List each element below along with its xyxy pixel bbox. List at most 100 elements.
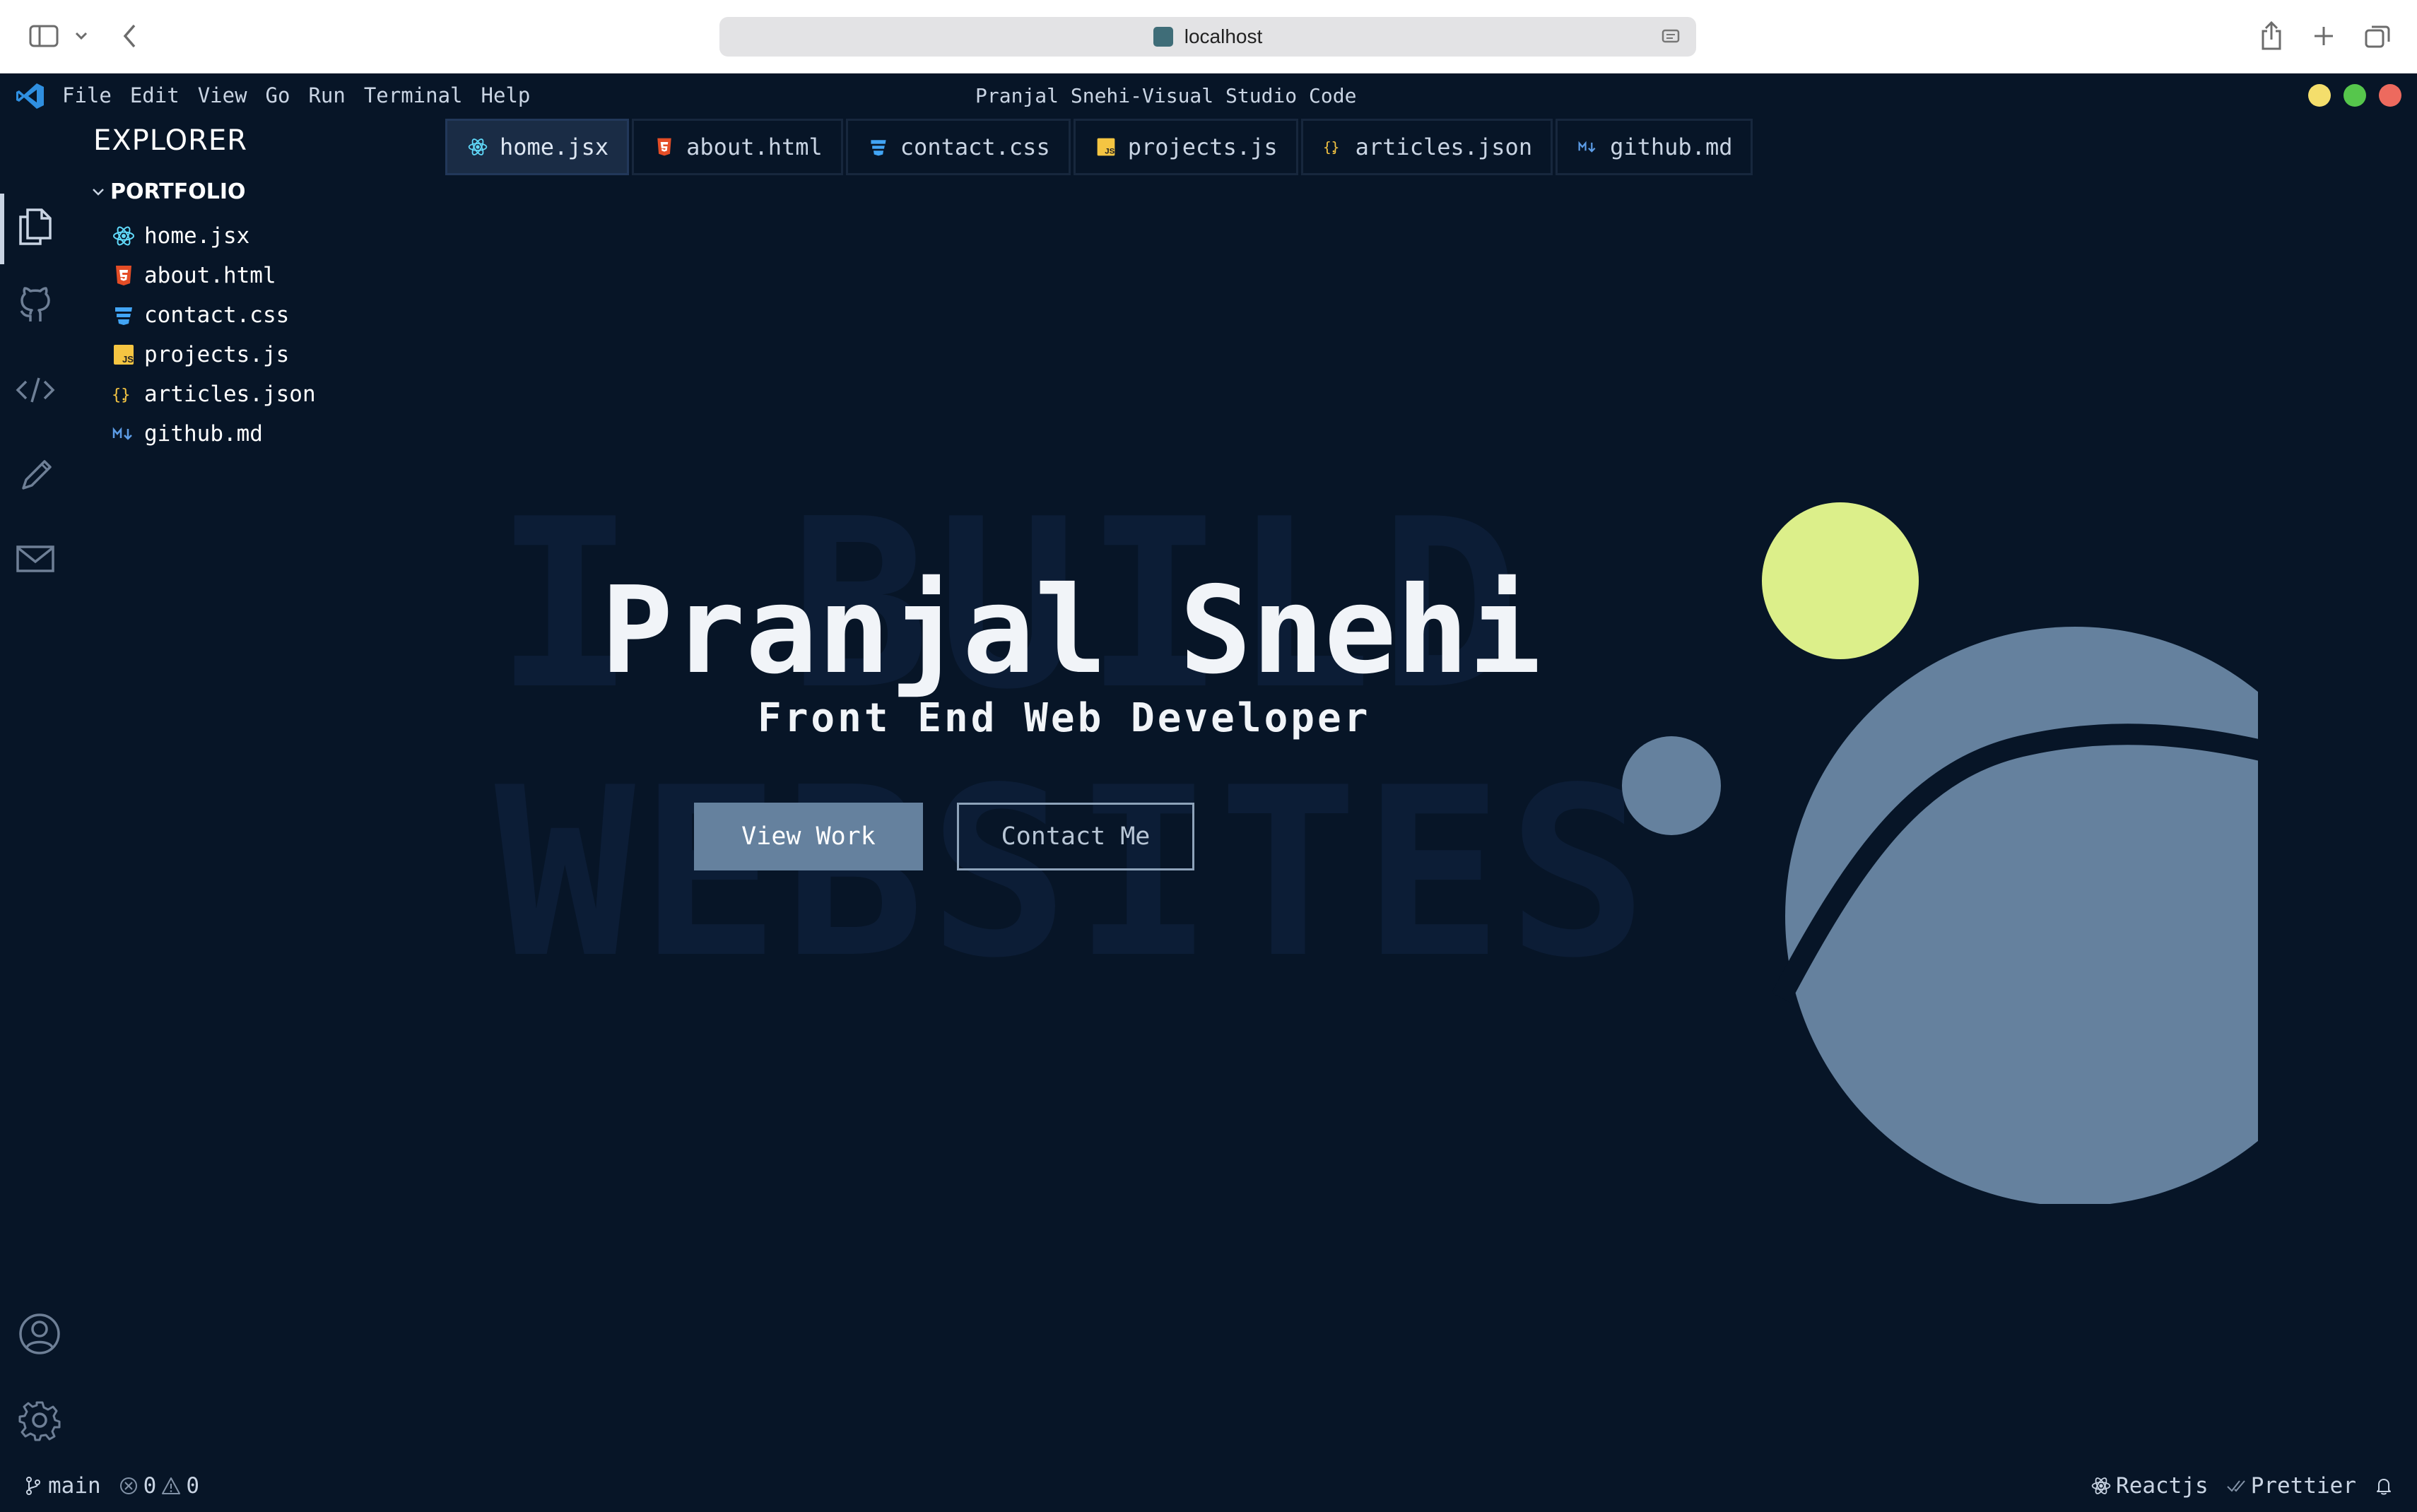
svg-text:JS: JS [1105,148,1115,156]
framework-status[interactable]: Reactjs [2090,1473,2209,1499]
tab-label: github.md [1610,134,1733,160]
reader-mode-icon[interactable] [1661,27,1681,47]
menu-view[interactable]: View [198,83,247,107]
file-list: home.jsx about.html contact.css JS proje… [110,216,316,454]
file-item-articles[interactable]: {} articles.json [110,374,316,414]
site-favicon-icon [1153,27,1173,47]
file-item-projects[interactable]: JS projects.js [110,335,316,374]
folder-label: PORTFOLIO [110,179,246,204]
tab-label: contact.css [900,134,1050,160]
sidebar-toggle-icon[interactable] [27,20,61,52]
tab-overview-icon[interactable] [2362,20,2393,52]
tab-label: home.jsx [500,134,609,160]
maximize-button[interactable] [2344,84,2366,107]
tab-home-jsx[interactable]: home.jsx [445,119,630,175]
chevron-down-icon [93,188,104,196]
tab-contact-css[interactable]: contact.css [845,119,1071,175]
error-icon [119,1477,137,1494]
account-icon[interactable] [14,1309,65,1359]
pencil-icon[interactable] [10,449,61,500]
editor-tabs: home.jsx about.html contact.css JS proje… [445,119,1753,175]
contact-me-button[interactable]: Contact Me [957,803,1194,870]
close-button[interactable] [2379,84,2401,107]
github-icon[interactable] [10,281,61,332]
json-icon: {} [1322,135,1346,159]
file-item-home[interactable]: home.jsx [110,216,316,256]
vscode-window: I BUILD WEBSITES Pranjal Snehi Front End… [0,73,2417,1512]
css-icon [110,302,137,329]
bell-icon [2377,1479,2391,1495]
planet-ring-shape [1771,723,2258,1003]
html-icon [652,135,676,159]
hero-name: Pranjal Snehi [601,561,1541,701]
file-item-about[interactable]: about.html [110,256,316,295]
mail-icon[interactable] [10,533,61,584]
menu-file[interactable]: File [62,83,112,107]
markdown-icon [110,420,137,447]
js-icon: JS [1094,135,1118,159]
error-count: 0 [143,1473,157,1499]
file-label: about.html [144,263,276,288]
tab-projects-js[interactable]: JS projects.js [1073,119,1298,175]
explorer-title: EXPLORER [93,124,247,157]
code-icon[interactable] [10,365,61,415]
file-label: github.md [144,421,263,447]
small-slate-circle-shape [1622,736,1721,835]
activity-active-indicator [0,194,4,264]
tab-label: articles.json [1355,134,1533,160]
hero-background-text-line2: WEBSITES [495,738,1652,1009]
react-icon [110,223,137,249]
file-item-github[interactable]: github.md [110,414,316,454]
new-tab-icon[interactable] [2310,20,2338,52]
vscode-logo-icon [16,83,44,109]
back-icon[interactable] [117,20,143,52]
menu-run[interactable]: Run [308,83,345,107]
problems-status[interactable]: 0 0 [118,1473,199,1499]
menu-terminal[interactable]: Terminal [364,83,463,107]
framework-label: Reactjs [2116,1473,2209,1499]
large-slate-circle-shape [1785,627,2258,1204]
warning-count: 0 [186,1473,199,1499]
address-bar[interactable]: localhost [719,17,1696,57]
title-bar: File Edit View Go Run Terminal Help Pran… [0,73,2417,117]
git-branch-icon [26,1477,40,1495]
url-text: localhost [1184,25,1263,47]
html-icon [110,262,137,289]
prettier-label: Prettier [2250,1473,2356,1499]
menu-edit[interactable]: Edit [130,83,180,107]
view-work-button[interactable]: View Work [694,803,923,870]
json-icon: {} [110,381,137,408]
menu-help[interactable]: Help [481,83,531,107]
tab-github-md[interactable]: github.md [1556,119,1753,175]
branch-name: main [48,1473,101,1499]
tab-label: about.html [686,134,823,160]
file-item-contact[interactable]: contact.css [110,295,316,335]
git-branch-status[interactable]: main [23,1473,101,1499]
status-bar: main 0 0 Reactjs Prettier [0,1460,2417,1512]
folder-portfolio[interactable]: PORTFOLIO [90,179,245,204]
react-icon [466,135,490,159]
markdown-icon [1576,135,1600,159]
prettier-status[interactable]: Prettier [2225,1473,2356,1499]
warning-icon [162,1477,181,1494]
menu-go[interactable]: Go [266,83,290,107]
window-controls [2308,84,2401,107]
svg-text:{}: {} [1323,139,1339,155]
explorer-files-icon[interactable] [10,201,61,252]
minimize-button[interactable] [2308,84,2331,107]
tab-about-html[interactable]: about.html [632,119,843,175]
react-icon [2091,1477,2111,1494]
notifications-status[interactable] [2373,1475,2394,1496]
hero-decoration-shapes [1622,502,2258,1204]
tab-articles-json[interactable]: {} articles.json [1300,119,1553,175]
js-icon: JS [110,341,137,368]
file-label: home.jsx [144,223,250,249]
activity-bar [0,117,72,1460]
chevron-down-icon[interactable] [72,20,90,52]
file-label: contact.css [144,302,290,328]
share-icon[interactable] [2257,20,2286,52]
settings-gear-icon[interactable] [14,1395,65,1446]
file-label: projects.js [144,342,290,367]
svg-text:JS: JS [122,354,134,365]
tab-label: projects.js [1127,134,1278,160]
